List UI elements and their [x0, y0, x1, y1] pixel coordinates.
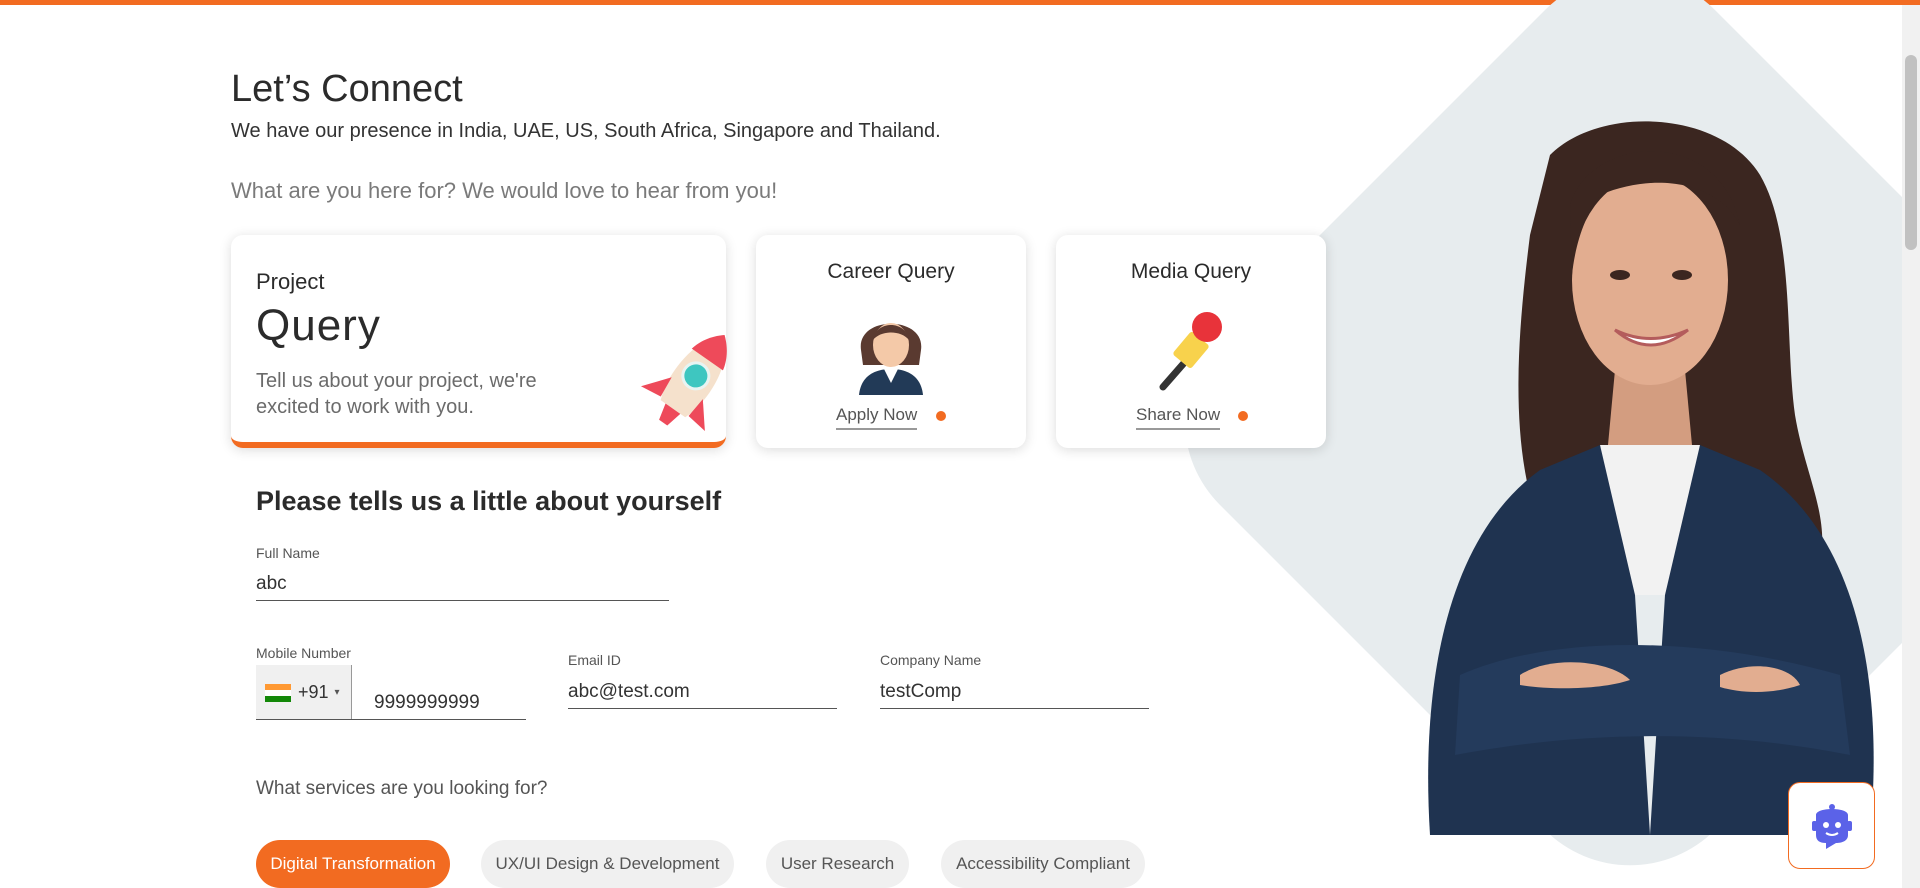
career-card-title: Career Query — [827, 260, 955, 283]
service-chip-digital-transformation[interactable]: Digital Transformation — [256, 840, 450, 888]
service-chip-accessibility[interactable]: Accessibility Compliant — [941, 840, 1145, 888]
form-heading: Please tells us a little about yourself — [256, 486, 722, 516]
project-query-card[interactable]: Project Query Tell us about your project… — [231, 235, 727, 448]
services-question: What services are you looking for? — [256, 778, 548, 799]
mobile-number-field[interactable] — [352, 686, 526, 720]
company-name-field[interactable] — [880, 675, 1149, 709]
country-code: +91 — [298, 682, 329, 702]
scrollbar-thumb[interactable] — [1905, 55, 1917, 250]
rocket-icon — [640, 334, 727, 432]
chatbot-icon — [1811, 803, 1852, 849]
service-chip-ux-ui-design[interactable]: UX/UI Design & Development — [481, 840, 734, 888]
email-label: Email ID — [568, 652, 621, 668]
page-title: Let’s Connect — [231, 68, 463, 110]
page-scrollbar[interactable] — [1902, 5, 1920, 888]
full-name-label: Full Name — [256, 545, 320, 561]
project-card-title: Query — [256, 301, 381, 350]
company-name-label: Company Name — [880, 652, 982, 668]
service-chip-user-research[interactable]: User Research — [766, 840, 909, 888]
woman-avatar-icon — [859, 323, 923, 395]
full-name-field[interactable] — [256, 567, 669, 601]
apply-now-link[interactable]: Apply Now — [836, 405, 918, 430]
share-now-link[interactable]: Share Now — [1136, 405, 1221, 430]
chevron-down-icon: ▾ — [334, 687, 340, 698]
career-query-card[interactable]: Career Query Apply Now — [756, 235, 1026, 448]
intro-prompt: What are you here for? We would love to … — [231, 178, 778, 203]
project-card-description: Tell us about your project, we're excite… — [256, 370, 537, 418]
email-field[interactable] — [568, 675, 837, 709]
microphone-icon — [1159, 312, 1222, 391]
country-code-selector[interactable]: +91 ▾ — [256, 665, 352, 720]
media-query-card[interactable]: Media Query Share Now — [1056, 235, 1326, 448]
presence-text: We have our presence in India, UAE, US, … — [231, 120, 941, 142]
apply-now-dot — [936, 411, 946, 421]
media-card-title: Media Query — [1130, 260, 1252, 283]
woman-photo — [1428, 121, 1874, 835]
project-card-kicker: Project — [256, 269, 325, 294]
mobile-prefix-underline — [256, 719, 352, 720]
india-flag-icon — [265, 683, 291, 702]
share-now-dot — [1238, 411, 1248, 421]
mobile-number-label: Mobile Number — [256, 645, 351, 661]
chat-bot-button[interactable] — [1788, 782, 1875, 869]
